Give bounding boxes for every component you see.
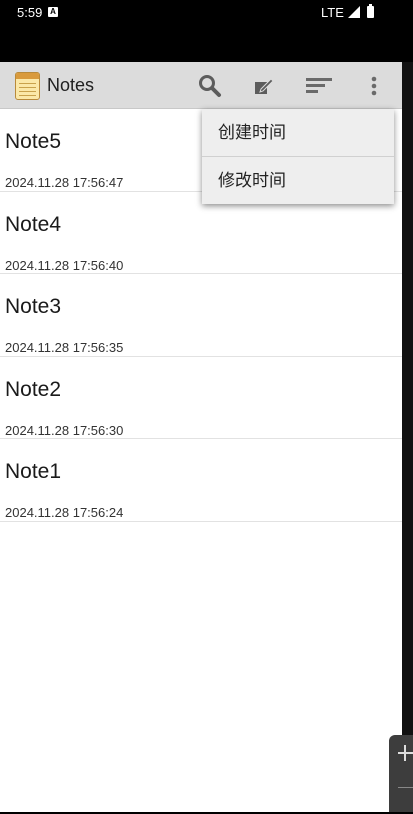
floating-add-button[interactable] [389,735,413,814]
more-vert-icon [371,76,377,96]
note-date: 2024.11.28 17:56:24 [5,505,124,520]
search-icon [199,75,221,97]
status-time: 5:59 [17,5,43,20]
new-note-button[interactable] [248,70,280,102]
status-bar: 5:59 A LTE [0,0,413,62]
list-item[interactable]: Note1 2024.11.28 17:56:24 [0,439,402,522]
note-date: 2024.11.28 17:56:35 [5,340,124,355]
notepad-app-icon[interactable] [15,72,40,100]
list-item[interactable]: Note3 2024.11.28 17:56:35 [0,274,402,357]
overflow-menu-button[interactable] [358,70,390,102]
sort-popup-menu: 创建时间 修改时间 [202,109,394,204]
note-date: 2024.11.28 17:56:30 [5,422,124,438]
note-title: Note4 [5,212,62,236]
action-bar: Notes [0,62,402,109]
window-edge [402,62,413,814]
edit-icon [255,78,274,94]
phone-screen: 5:59 A LTE Notes Note5 2024.11.28 17:56:… [0,0,413,814]
divider [398,787,413,788]
notification-icon: A [48,7,58,17]
list-item[interactable]: Note2 2024.11.28 17:56:30 [0,357,402,439]
note-date: 2024.11.28 17:56:47 [5,175,124,190]
note-title: Note1 [5,460,62,483]
network-type: LTE [321,5,344,20]
note-title: Note3 [5,295,62,318]
sort-button[interactable] [303,70,335,102]
menu-item-modified-time[interactable]: 修改时间 [202,156,394,203]
note-title: Note2 [5,377,62,401]
signal-icon [348,6,360,18]
sort-icon [306,78,332,93]
app-title: Notes [47,75,95,95]
battery-icon [367,4,374,18]
search-button[interactable] [194,70,226,102]
menu-item-created-time[interactable]: 创建时间 [202,109,394,156]
plus-icon-vertical [404,745,406,761]
note-date: 2024.11.28 17:56:40 [5,257,124,273]
note-title: Note5 [5,130,62,153]
